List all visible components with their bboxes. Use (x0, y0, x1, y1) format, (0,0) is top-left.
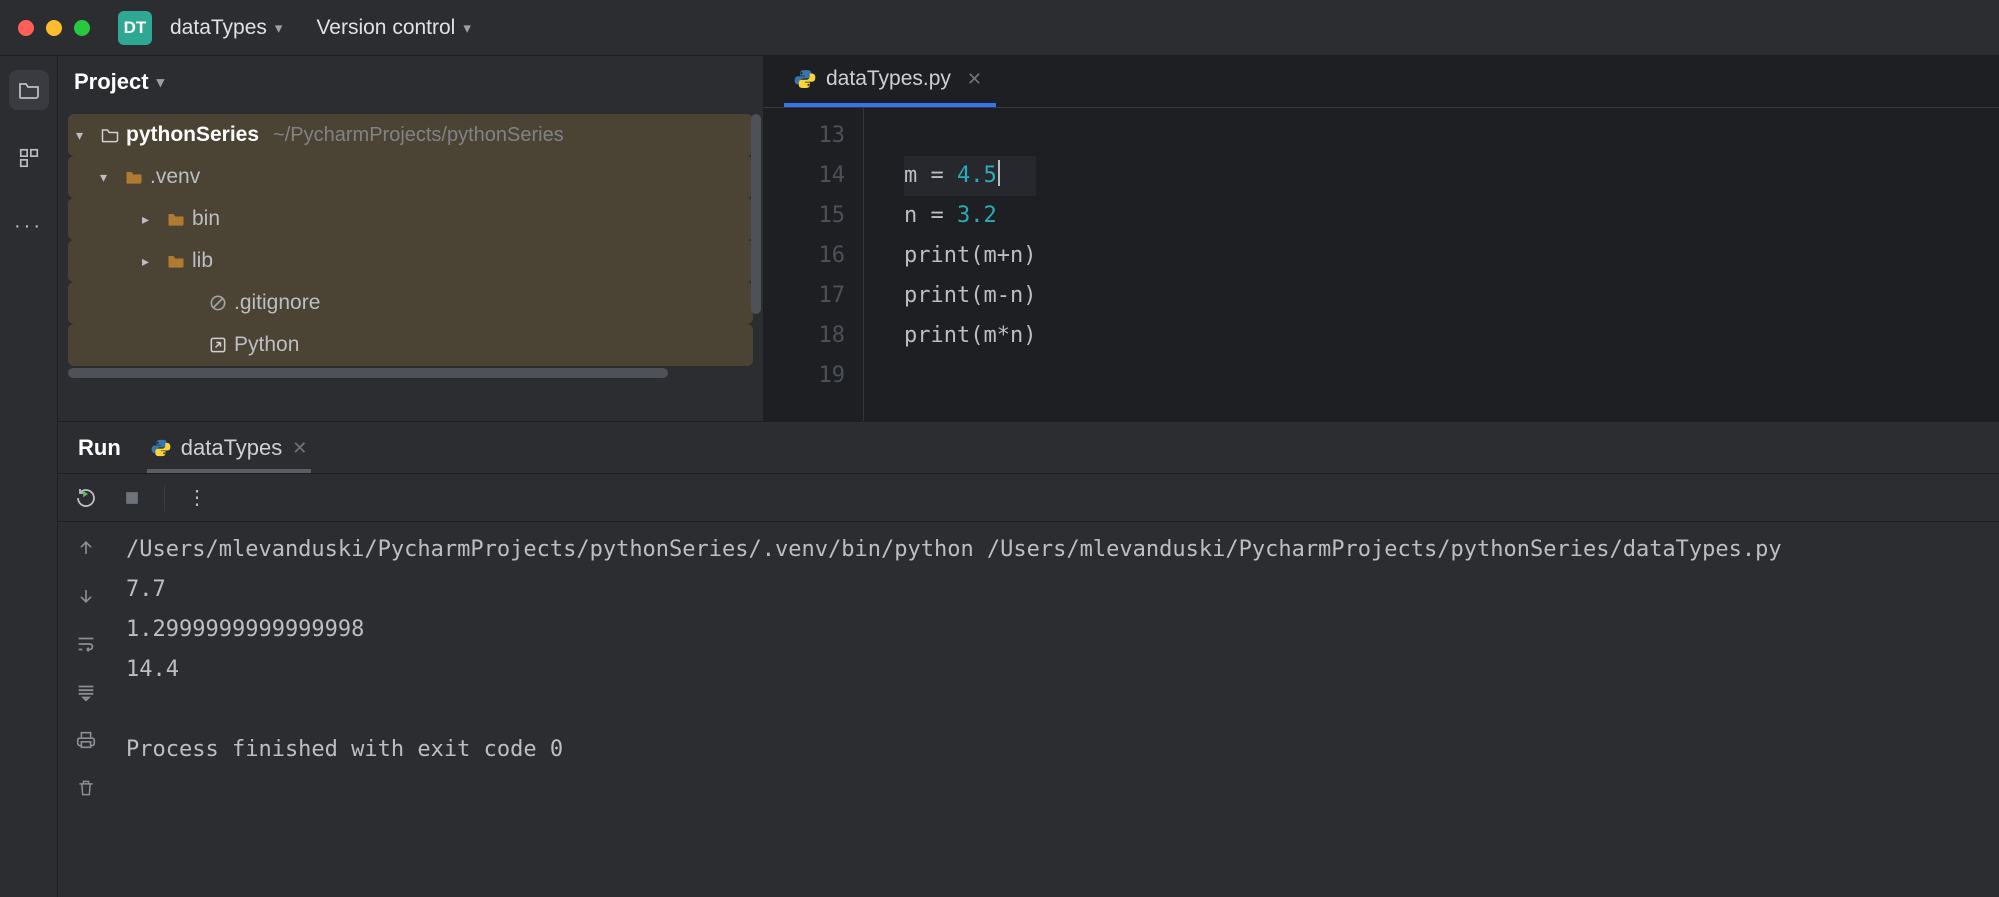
folder-icon (17, 78, 41, 102)
print-button[interactable] (72, 726, 100, 754)
console-side-toolbar (58, 522, 114, 897)
code-content[interactable]: m = 4.5 n = 3.2 print(m+n) print(m-n) pr… (864, 108, 1036, 421)
tree-vertical-scrollbar[interactable] (751, 114, 761, 354)
line-number: 15 (764, 196, 845, 236)
project-badge[interactable]: DT (118, 11, 152, 45)
scroll-to-bottom-button[interactable] (72, 582, 100, 610)
run-panel-label[interactable]: Run (74, 425, 125, 473)
vertical-dots-icon: ⋮ (187, 485, 207, 510)
scroll-to-top-button[interactable] (72, 534, 100, 562)
python-file-icon (794, 68, 816, 90)
tree-root-path: ~/PycharmProjects/pythonSeries (273, 124, 564, 147)
line-gutter: 13 14 15 16 17 18 19 (764, 108, 864, 421)
folder-icon (100, 125, 120, 145)
more-toolwindows-button[interactable]: ··· (9, 206, 49, 246)
structure-toolwindow-button[interactable] (9, 138, 49, 178)
line-number: 19 (764, 356, 845, 396)
vcs-label: Version control (316, 16, 455, 40)
project-name-label: dataTypes (170, 16, 267, 40)
tree-item-label: .venv (150, 165, 200, 189)
tree-item-venv[interactable]: ▾ .venv (68, 156, 753, 198)
tree-horizontal-scrollbar[interactable] (68, 368, 753, 380)
more-run-actions-button[interactable]: ⋮ (183, 484, 211, 512)
zoom-window-button[interactable] (74, 20, 90, 36)
editor: dataTypes.py ✕ 13 14 15 16 17 18 19 (764, 56, 1999, 421)
clear-all-button[interactable] (72, 774, 100, 802)
tree-item-gitignore[interactable]: .gitignore (68, 282, 753, 324)
run-toolbar: ⋮ (58, 474, 1999, 522)
run-config-tab[interactable]: dataTypes ✕ (147, 425, 312, 473)
editor-tab[interactable]: dataTypes.py ✕ (784, 57, 996, 107)
line-number: 18 (764, 316, 845, 356)
run-config-name: dataTypes (181, 435, 283, 461)
project-toolwindow-button[interactable] (9, 70, 49, 110)
tree-item-label: lib (192, 249, 213, 273)
chevron-down-icon[interactable]: ▾ (76, 127, 94, 144)
chevron-right-icon[interactable]: ▸ (142, 211, 160, 228)
editor-tab-filename: dataTypes.py (826, 67, 951, 91)
text-cursor (998, 160, 1000, 186)
tree-item-lib[interactable]: ▸ lib (68, 240, 753, 282)
project-selector[interactable]: dataTypes ▾ (170, 16, 282, 40)
titlebar: DT dataTypes ▾ Version control ▾ (0, 0, 1999, 56)
run-panel: Run dataTypes ✕ ⋮ (58, 421, 1999, 897)
close-run-tab-button[interactable]: ✕ (292, 438, 307, 459)
rerun-button[interactable] (72, 484, 100, 512)
project-tree[interactable]: ▾ pythonSeries ~/PycharmProjects/pythonS… (68, 114, 753, 366)
run-tabbar: Run dataTypes ✕ (58, 422, 1999, 474)
line-number: 16 (764, 236, 845, 276)
tree-root[interactable]: ▾ pythonSeries ~/PycharmProjects/pythonS… (68, 114, 753, 156)
tree-root-name: pythonSeries (126, 123, 259, 147)
folder-icon (124, 167, 144, 187)
scroll-to-end-button[interactable] (72, 678, 100, 706)
line-number: 13 (764, 116, 845, 156)
project-panel: Project ▾ ▾ pythonSeries ~/PycharmProjec… (58, 56, 764, 421)
soft-wrap-button[interactable] (72, 630, 100, 658)
toolbar-separator (164, 485, 165, 511)
toolwindow-rail: ··· (0, 56, 58, 897)
close-window-button[interactable] (18, 20, 34, 36)
close-tab-button[interactable]: ✕ (967, 69, 982, 90)
chevron-down-icon[interactable]: ▾ (100, 169, 118, 186)
tree-item-label: Python (234, 333, 299, 357)
project-panel-header[interactable]: Project ▾ (58, 56, 763, 108)
tree-item-label: .gitignore (234, 291, 320, 315)
folder-icon (166, 209, 186, 229)
chevron-down-icon: ▾ (463, 19, 471, 37)
structure-icon (18, 147, 40, 169)
chevron-down-icon: ▾ (275, 19, 283, 37)
code-area[interactable]: 13 14 15 16 17 18 19 m = 4.5 n = 3.2 pri… (764, 108, 1999, 421)
shortcut-icon (208, 335, 228, 355)
window-controls (18, 20, 90, 36)
console-output[interactable]: /Users/mlevanduski/PycharmProjects/pytho… (114, 522, 1999, 897)
stop-button[interactable] (118, 484, 146, 512)
line-number: 14 (764, 156, 845, 196)
tree-item-python-link[interactable]: Python (68, 324, 753, 366)
dots-icon: ··· (14, 215, 43, 238)
chevron-right-icon[interactable]: ▸ (142, 253, 160, 270)
block-icon (208, 293, 228, 313)
tree-item-label: bin (192, 207, 220, 231)
chevron-down-icon: ▾ (157, 73, 165, 91)
editor-tabbar: dataTypes.py ✕ (764, 56, 1999, 108)
tree-item-bin[interactable]: ▸ bin (68, 198, 753, 240)
minimize-window-button[interactable] (46, 20, 62, 36)
python-file-icon (151, 438, 171, 458)
vcs-menu[interactable]: Version control ▾ (316, 16, 470, 40)
folder-icon (166, 251, 186, 271)
line-number: 17 (764, 276, 845, 316)
project-panel-title: Project (74, 69, 149, 95)
